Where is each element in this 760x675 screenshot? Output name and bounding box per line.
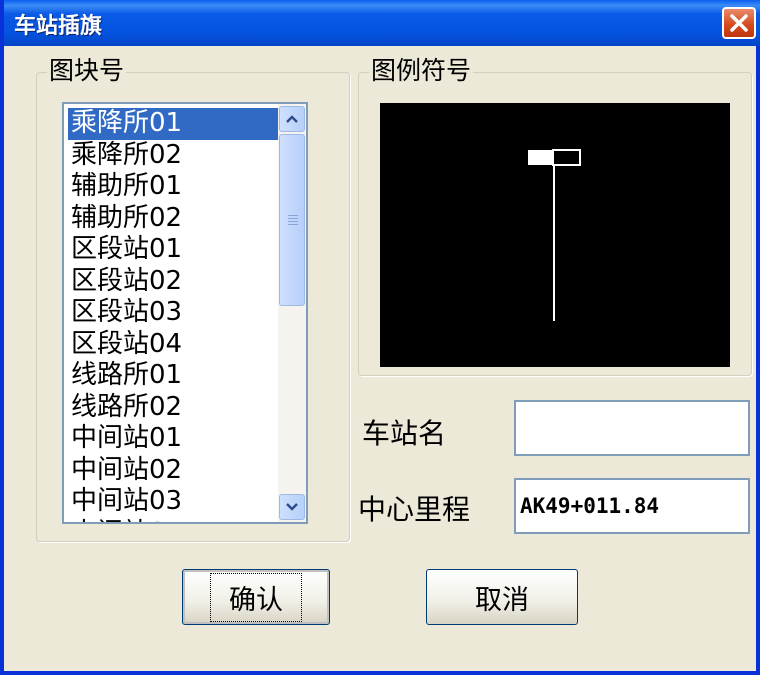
cancel-button-label: 取消 xyxy=(475,584,529,616)
block-number-list[interactable]: 乘降所01 乘降所02 辅助所01 辅助所02 区段站01 区段站02 区段站03 区段站04… xyxy=(62,102,308,524)
grip-line xyxy=(288,224,298,225)
chevron-up-icon xyxy=(286,115,298,123)
list-item[interactable]: 中间站03 xyxy=(68,486,278,518)
close-icon xyxy=(730,14,748,32)
list-item[interactable]: 中间站04 xyxy=(68,518,278,523)
station-name-label: 车站名 xyxy=(362,417,447,450)
cancel-button[interactable]: 取消 xyxy=(426,569,578,625)
symbol-preview xyxy=(380,103,730,367)
station-name-input[interactable] xyxy=(514,400,750,456)
grip-line xyxy=(288,218,298,219)
list-items: 乘降所01 乘降所02 辅助所01 辅助所02 区段站01 区段站02 区段站03 区段站04… xyxy=(68,108,278,523)
legend-symbol-legend: 图例符号 xyxy=(369,56,474,86)
list-item[interactable]: 区段站02 xyxy=(68,266,278,298)
block-number-legend: 图块号 xyxy=(47,56,127,86)
list-item[interactable]: 线路所02 xyxy=(68,392,278,424)
list-item[interactable]: 区段站03 xyxy=(68,297,278,329)
list-scrollbar[interactable] xyxy=(278,104,306,522)
list-item[interactable]: 中间站02 xyxy=(68,455,278,487)
center-mileage-input[interactable] xyxy=(514,478,750,534)
scroll-down-button[interactable] xyxy=(279,494,305,520)
list-item[interactable]: 乘降所02 xyxy=(68,140,278,172)
title-bar[interactable]: 车站插旗 xyxy=(4,0,760,46)
list-item[interactable]: 乘降所01 xyxy=(68,108,278,140)
window-title: 车站插旗 xyxy=(14,14,103,39)
list-item[interactable]: 辅助所02 xyxy=(68,203,278,235)
confirm-button-label: 确认 xyxy=(210,572,302,622)
list-item[interactable]: 中间站01 xyxy=(68,423,278,455)
center-mileage-label: 中心里程 xyxy=(358,493,471,526)
scroll-thumb[interactable] xyxy=(279,134,305,306)
close-button[interactable] xyxy=(722,7,756,39)
grip-line xyxy=(288,221,298,222)
station-flag-icon xyxy=(528,149,581,321)
confirm-button[interactable]: 确认 xyxy=(182,569,330,625)
list-item[interactable]: 辅助所01 xyxy=(68,171,278,203)
list-item[interactable]: 线路所01 xyxy=(68,360,278,392)
list-item[interactable]: 区段站01 xyxy=(68,234,278,266)
chevron-down-icon xyxy=(286,503,298,511)
dialog-window: 车站插旗 图块号 乘降所01 乘降所02 辅助所01 辅助所02 区段站01 区段站02 区… xyxy=(0,0,760,675)
grip-line xyxy=(288,215,298,216)
list-item[interactable]: 区段站04 xyxy=(68,329,278,361)
scroll-up-button[interactable] xyxy=(279,106,305,132)
